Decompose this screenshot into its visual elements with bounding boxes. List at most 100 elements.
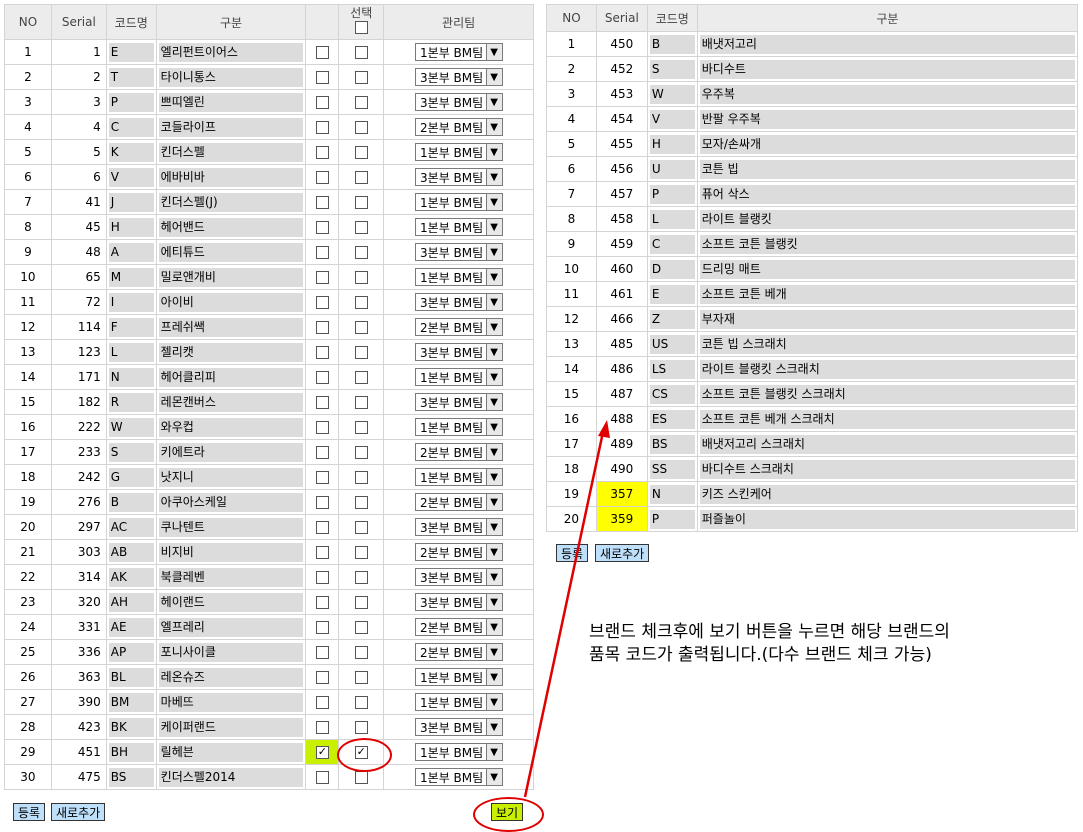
- row-name-field[interactable]: 킨더스펠(J): [158, 192, 304, 212]
- row-flag-checkbox[interactable]: [315, 121, 329, 134]
- row-name-field[interactable]: 엘프레리: [158, 617, 304, 637]
- row-code-field[interactable]: W: [649, 84, 695, 104]
- chevron-down-icon[interactable]: ▼: [485, 469, 502, 485]
- row-name-field[interactable]: 킨더스펠: [158, 142, 304, 162]
- row-code-field[interactable]: AK: [108, 567, 154, 587]
- register-button[interactable]: 등록: [13, 803, 46, 821]
- row-flag-checkbox[interactable]: [315, 421, 329, 434]
- team-dropdown[interactable]: 3본부 BM팀 ▼: [414, 343, 503, 361]
- row-name-field[interactable]: 코튼 빕 스크래치: [699, 334, 1075, 354]
- row-name-field[interactable]: 헤이랜드: [158, 592, 304, 612]
- team-dropdown[interactable]: 1본부 BM팀 ▼: [414, 268, 503, 286]
- row-code-field[interactable]: AC: [108, 517, 154, 537]
- row-code-field[interactable]: S: [649, 59, 695, 79]
- row-code-field[interactable]: BS: [649, 434, 695, 454]
- row-select-checkbox[interactable]: [354, 696, 368, 709]
- team-dropdown[interactable]: 2본부 BM팀 ▼: [414, 443, 503, 461]
- row-select-checkbox[interactable]: [354, 496, 368, 509]
- row-select-checkbox[interactable]: [354, 521, 368, 534]
- row-select-checkbox[interactable]: [354, 771, 368, 784]
- row-flag-checkbox[interactable]: [315, 571, 329, 584]
- row-name-field[interactable]: 포니사이클: [158, 642, 304, 662]
- row-code-field[interactable]: S: [108, 442, 154, 462]
- row-code-field[interactable]: W: [108, 417, 154, 437]
- row-name-field[interactable]: 라이트 블랭킷 스크래치: [699, 359, 1075, 379]
- row-name-field[interactable]: 낫지니: [158, 467, 304, 487]
- row-flag-checkbox[interactable]: [315, 621, 329, 634]
- row-flag-checkbox[interactable]: [315, 221, 329, 234]
- team-dropdown[interactable]: 1본부 BM팀 ▼: [414, 743, 503, 761]
- chevron-down-icon[interactable]: ▼: [485, 294, 502, 310]
- row-flag-checkbox[interactable]: [315, 771, 329, 784]
- row-flag-checkbox[interactable]: [315, 671, 329, 684]
- row-code-field[interactable]: E: [649, 284, 695, 304]
- row-code-field[interactable]: N: [649, 484, 695, 504]
- row-select-checkbox[interactable]: [354, 221, 368, 234]
- row-select-checkbox[interactable]: [354, 596, 368, 609]
- row-code-field[interactable]: K: [108, 142, 154, 162]
- team-dropdown[interactable]: 1본부 BM팀 ▼: [414, 193, 503, 211]
- row-code-field[interactable]: ES: [649, 409, 695, 429]
- chevron-down-icon[interactable]: ▼: [485, 119, 502, 135]
- add-new-button[interactable]: 새로추가: [51, 803, 106, 821]
- row-select-checkbox[interactable]: [354, 196, 368, 209]
- row-select-checkbox[interactable]: [354, 346, 368, 359]
- row-code-field[interactable]: BM: [108, 692, 154, 712]
- row-code-field[interactable]: B: [649, 34, 695, 54]
- team-dropdown[interactable]: 3본부 BM팀 ▼: [414, 518, 503, 536]
- chevron-down-icon[interactable]: ▼: [485, 419, 502, 435]
- row-flag-checkbox[interactable]: [315, 71, 329, 84]
- register-button-right[interactable]: 등록: [556, 544, 589, 562]
- chevron-down-icon[interactable]: ▼: [485, 319, 502, 335]
- team-dropdown[interactable]: 2본부 BM팀 ▼: [414, 318, 503, 336]
- row-name-field[interactable]: 소프트 코튼 베개 스크래치: [699, 409, 1075, 429]
- row-name-field[interactable]: 아이비: [158, 292, 304, 312]
- row-flag-checkbox[interactable]: [315, 446, 329, 459]
- row-name-field[interactable]: 릴헤븐: [158, 742, 304, 762]
- row-code-field[interactable]: H: [649, 134, 695, 154]
- row-code-field[interactable]: E: [108, 42, 154, 62]
- row-name-field[interactable]: 헤어밴드: [158, 217, 304, 237]
- row-code-field[interactable]: C: [108, 117, 154, 137]
- row-select-checkbox[interactable]: [354, 621, 368, 634]
- row-name-field[interactable]: 레온슈즈: [158, 667, 304, 687]
- row-name-field[interactable]: 프레쉬쌕: [158, 317, 304, 337]
- row-name-field[interactable]: 밀로앤개비: [158, 267, 304, 287]
- row-name-field[interactable]: 코튼 빕: [699, 159, 1075, 179]
- row-code-field[interactable]: L: [108, 342, 154, 362]
- chevron-down-icon[interactable]: ▼: [485, 644, 502, 660]
- team-dropdown[interactable]: 1본부 BM팀 ▼: [414, 43, 503, 61]
- row-name-field[interactable]: 엘리펀트이어스: [158, 42, 304, 62]
- team-dropdown[interactable]: 2본부 BM팀 ▼: [414, 618, 503, 636]
- row-code-field[interactable]: BL: [108, 667, 154, 687]
- row-code-field[interactable]: AP: [108, 642, 154, 662]
- row-select-checkbox[interactable]: [354, 321, 368, 334]
- row-name-field[interactable]: 쁘띠엘린: [158, 92, 304, 112]
- row-name-field[interactable]: 에바비바: [158, 167, 304, 187]
- row-code-field[interactable]: P: [649, 184, 695, 204]
- team-dropdown[interactable]: 3본부 BM팀 ▼: [414, 393, 503, 411]
- row-code-field[interactable]: B: [108, 492, 154, 512]
- team-dropdown[interactable]: 3본부 BM팀 ▼: [414, 243, 503, 261]
- team-dropdown[interactable]: 1본부 BM팀 ▼: [414, 768, 503, 786]
- chevron-down-icon[interactable]: ▼: [485, 369, 502, 385]
- chevron-down-icon[interactable]: ▼: [485, 194, 502, 210]
- row-name-field[interactable]: 레몬캔버스: [158, 392, 304, 412]
- row-name-field[interactable]: 코들라이프: [158, 117, 304, 137]
- row-flag-checkbox[interactable]: [315, 746, 329, 759]
- row-flag-checkbox[interactable]: [315, 321, 329, 334]
- team-dropdown[interactable]: 1본부 BM팀 ▼: [414, 693, 503, 711]
- row-name-field[interactable]: 킨더스펠2014: [158, 767, 304, 787]
- row-name-field[interactable]: 퓨어 삭스: [699, 184, 1075, 204]
- row-select-checkbox[interactable]: [354, 46, 368, 59]
- row-name-field[interactable]: 아쿠아스케일: [158, 492, 304, 512]
- team-dropdown[interactable]: 3본부 BM팀 ▼: [414, 93, 503, 111]
- row-code-field[interactable]: I: [108, 292, 154, 312]
- row-code-field[interactable]: SS: [649, 459, 695, 479]
- row-code-field[interactable]: AB: [108, 542, 154, 562]
- chevron-down-icon[interactable]: ▼: [485, 244, 502, 260]
- row-code-field[interactable]: M: [108, 267, 154, 287]
- team-dropdown[interactable]: 1본부 BM팀 ▼: [414, 143, 503, 161]
- row-flag-checkbox[interactable]: [315, 396, 329, 409]
- row-select-checkbox[interactable]: [354, 146, 368, 159]
